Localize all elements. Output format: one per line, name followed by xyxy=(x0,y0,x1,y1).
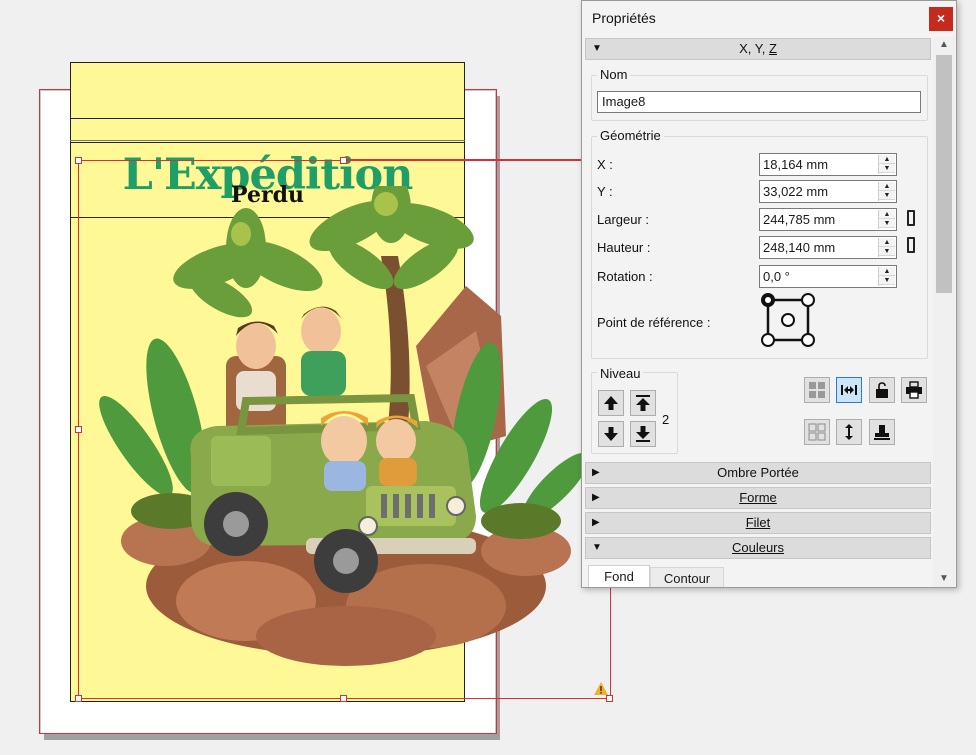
flip-horizontal-button[interactable] xyxy=(836,377,862,403)
resize-handle-top-center[interactable] xyxy=(340,157,347,164)
y-value: 33,022 mm xyxy=(763,184,829,199)
warning-icon[interactable] xyxy=(594,682,608,695)
section-label: Ombre Portée xyxy=(717,465,799,480)
chain-link-top-icon[interactable] xyxy=(907,210,915,226)
scroll-up-icon[interactable]: ▲ xyxy=(933,37,955,53)
y-label: Y : xyxy=(597,184,613,199)
chevron-up-icon[interactable]: ▲ xyxy=(879,267,895,276)
section-label: Filet xyxy=(745,515,771,530)
close-button[interactable]: × xyxy=(929,7,953,31)
geometry-group-label: Géométrie xyxy=(597,128,664,143)
expand-triangle-icon: ▶ xyxy=(592,517,600,528)
width-label: Largeur : xyxy=(597,212,650,227)
expand-triangle-icon: ▶ xyxy=(592,492,600,503)
height-label: Hauteur : xyxy=(597,240,651,255)
width-value: 244,785 mm xyxy=(763,212,836,227)
raise-level-button[interactable] xyxy=(598,390,624,416)
bring-to-front-button[interactable] xyxy=(630,390,656,416)
rotation-value: 0,0 ° xyxy=(763,269,790,284)
expand-triangle-icon: ▶ xyxy=(592,467,600,478)
band-divider xyxy=(70,118,465,119)
properties-panel[interactable]: Propriétés × ▼ X, Y, Z Nom Image8 Géomét… xyxy=(581,0,957,588)
printer-icon xyxy=(906,381,922,399)
x-value: 18,164 mm xyxy=(763,157,829,172)
selection-leader-line xyxy=(343,159,583,160)
level-group-label: Niveau xyxy=(597,366,644,381)
ungroup-button[interactable] xyxy=(804,419,830,445)
section-filet[interactable]: ▶ Filet xyxy=(585,512,931,534)
chevron-down-icon[interactable]: ▼ xyxy=(879,276,895,285)
level-number: 2 xyxy=(662,412,670,427)
chevron-up-icon[interactable]: ▲ xyxy=(879,238,895,247)
reference-point-selector-icon[interactable] xyxy=(760,292,816,348)
flip-vertical-icon xyxy=(845,424,853,440)
flip-vertical-button[interactable] xyxy=(836,419,862,445)
lock-button[interactable] xyxy=(869,377,895,403)
x-stepper[interactable]: 18,164 mm ▲ ▼ xyxy=(759,153,897,176)
send-to-back-button[interactable] xyxy=(630,421,656,447)
band-divider xyxy=(70,140,465,141)
x-label: X : xyxy=(597,157,613,172)
tab-contour[interactable]: Contour xyxy=(650,567,724,587)
collapse-triangle-icon: ▼ xyxy=(592,43,602,54)
chevron-down-icon[interactable]: ▼ xyxy=(879,219,895,228)
width-stepper[interactable]: 244,785 mm ▲ ▼ xyxy=(759,208,897,231)
arrow-up-icon xyxy=(604,396,618,410)
section-forme[interactable]: ▶ Forme xyxy=(585,487,931,509)
scrollbar-thumb[interactable] xyxy=(936,55,952,293)
chevron-down-icon[interactable]: ▼ xyxy=(879,247,895,256)
stepper-arrows[interactable]: ▲ ▼ xyxy=(878,182,895,201)
rotation-stepper[interactable]: 0,0 ° ▲ ▼ xyxy=(759,265,897,288)
height-value: 248,140 mm xyxy=(763,240,836,255)
stamp-icon xyxy=(874,425,890,440)
section-label: Couleurs xyxy=(731,540,785,555)
chain-link-bottom-icon[interactable] xyxy=(907,237,915,253)
resize-handle-middle-left[interactable] xyxy=(75,426,82,433)
arrow-to-top-icon xyxy=(636,395,650,411)
print-toggle-button[interactable] xyxy=(901,377,927,403)
stepper-arrows[interactable]: ▲ ▼ xyxy=(878,210,895,229)
y-stepper[interactable]: 33,022 mm ▲ ▼ xyxy=(759,180,897,203)
chevron-up-icon[interactable]: ▲ xyxy=(879,182,895,191)
panel-title: Propriétés xyxy=(592,10,656,26)
size-lock-button[interactable] xyxy=(869,419,895,445)
resize-handle-bottom-left[interactable] xyxy=(75,695,82,702)
height-stepper[interactable]: 248,140 mm ▲ ▼ xyxy=(759,236,897,259)
group-grid-icon xyxy=(809,382,825,398)
resize-handle-bottom-right[interactable] xyxy=(606,695,613,702)
chevron-down-icon[interactable]: ▼ xyxy=(879,191,895,200)
section-xyz-header[interactable]: ▼ X, Y, Z xyxy=(585,38,931,60)
lock-open-icon xyxy=(876,382,888,398)
lower-level-button[interactable] xyxy=(598,421,624,447)
section-xyz-label: X, Y, xyxy=(739,41,769,56)
arrow-down-icon xyxy=(604,427,618,441)
chevron-down-icon[interactable]: ▼ xyxy=(879,164,895,173)
reference-point-label: Point de référence : xyxy=(597,315,711,330)
resize-handle-bottom-center[interactable] xyxy=(340,695,347,702)
arrow-to-bottom-icon xyxy=(636,426,650,442)
group-button[interactable] xyxy=(804,377,830,403)
chevron-up-icon[interactable]: ▲ xyxy=(879,155,895,164)
scroll-down-icon[interactable]: ▼ xyxy=(933,571,955,587)
section-label: Forme xyxy=(739,490,777,505)
rotation-label: Rotation : xyxy=(597,269,653,284)
chevron-up-icon[interactable]: ▲ xyxy=(879,210,895,219)
jeep-jungle-illustration[interactable] xyxy=(96,186,586,676)
collapse-triangle-icon: ▼ xyxy=(592,542,602,553)
stepper-arrows[interactable]: ▲ ▼ xyxy=(878,155,895,174)
name-input[interactable]: Image8 xyxy=(597,91,921,113)
stepper-arrows[interactable]: ▲ ▼ xyxy=(878,238,895,257)
section-ombre-portee[interactable]: ▶ Ombre Portée xyxy=(585,462,931,484)
resize-handle-top-left[interactable] xyxy=(75,157,82,164)
panel-content: ▼ X, Y, Z Nom Image8 Géométrie X : 18,16… xyxy=(585,37,932,587)
ungroup-grid-icon xyxy=(808,423,826,441)
section-couleurs[interactable]: ▼ Couleurs xyxy=(585,537,931,559)
name-group-label: Nom xyxy=(597,67,631,82)
flip-horizontal-icon xyxy=(841,385,857,395)
panel-scrollbar[interactable]: ▲ ▼ xyxy=(933,37,955,587)
stepper-arrows[interactable]: ▲ ▼ xyxy=(878,267,895,286)
tab-fond[interactable]: Fond xyxy=(588,565,650,587)
section-xyz-label-z: Z xyxy=(768,41,777,56)
